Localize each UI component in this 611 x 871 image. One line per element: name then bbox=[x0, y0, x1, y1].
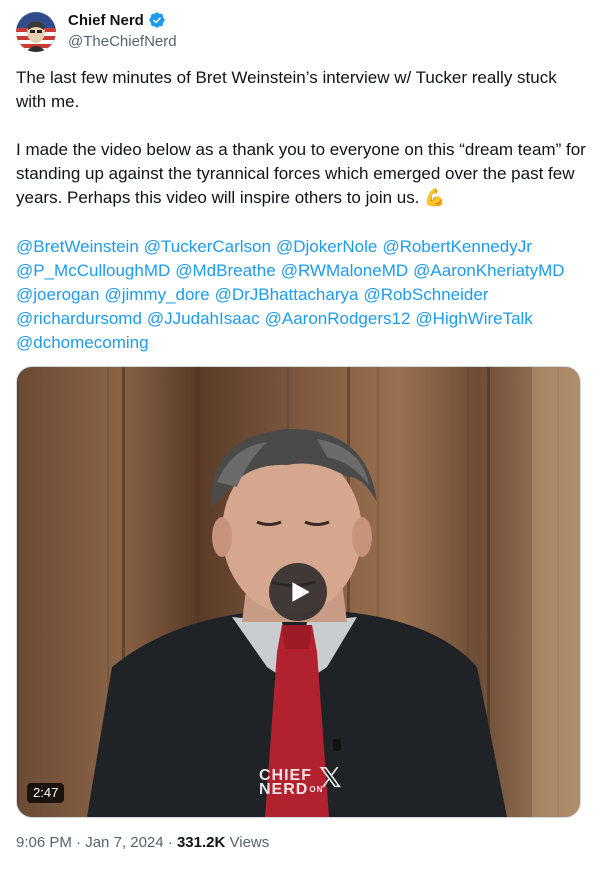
watermark-line-2: NERDON bbox=[259, 781, 324, 799]
views-count: 331.2K bbox=[176, 834, 226, 851]
avatar-image bbox=[16, 12, 56, 52]
avatar[interactable] bbox=[16, 12, 56, 52]
mention-link[interactable]: @HighWireTalk bbox=[415, 309, 532, 328]
tweet-paragraph-2: I made the video below as a thank you to… bbox=[16, 138, 591, 210]
tweet-date[interactable]: Jan 7, 2024 bbox=[85, 834, 163, 851]
views-label: Views bbox=[229, 834, 270, 851]
author-handle[interactable]: @TheChiefNerd bbox=[68, 33, 177, 50]
x-logo-icon: 𝕏 bbox=[319, 762, 343, 793]
tweet-paragraph-2-text: I made the video below as a thank you to… bbox=[16, 140, 586, 207]
tweet-text: The last few minutes of Bret Weinstein’s… bbox=[16, 66, 591, 210]
mention-list: @BretWeinstein @TuckerCarlson @DjokerNole @… bbox=[16, 235, 591, 355]
mention-link[interactable]: @joerogan bbox=[16, 285, 99, 304]
tweet-paragraph-1: The last few minutes of Bret Weinstein’s… bbox=[16, 68, 557, 111]
mention-link[interactable]: @MdBreathe bbox=[175, 261, 275, 280]
chief-nerd-watermark-logo: CHIEF NERDON 𝕏 bbox=[259, 764, 342, 799]
mention-link[interactable]: @AaronRodgers12 bbox=[265, 309, 411, 328]
mention-link[interactable]: @RWMaloneMD bbox=[281, 261, 408, 280]
mention-link[interactable]: @DrJBhattacharya bbox=[215, 285, 359, 304]
mention-link[interactable]: @JJudahIsaac bbox=[147, 309, 260, 328]
watermark-line-2-text: NERD bbox=[259, 781, 309, 799]
mention-line: @dchomecoming bbox=[16, 331, 591, 355]
mention-link[interactable]: @P_McCulloughMD bbox=[16, 261, 170, 280]
play-icon bbox=[292, 582, 310, 602]
author-name-row[interactable]: Chief Nerd bbox=[68, 11, 166, 29]
meta-separator: · bbox=[167, 834, 173, 851]
mention-link[interactable]: @BretWeinstein bbox=[16, 237, 139, 256]
mention-line: @BretWeinstein @TuckerCarlson @DjokerNole @… bbox=[16, 235, 591, 259]
play-button[interactable] bbox=[269, 563, 327, 621]
mention-line: @joerogan @jimmy_dore @DrJBhattacharya @Rob… bbox=[16, 283, 591, 307]
meta-separator: · bbox=[76, 834, 82, 851]
flexed-biceps-emoji-icon: 💪 bbox=[424, 188, 446, 207]
mention-link[interactable]: @RobertKennedyJr bbox=[382, 237, 532, 256]
video-player[interactable]: 2:47 CHIEF NERDON 𝕏 bbox=[16, 366, 581, 818]
mention-line: @richardursomd @JJudahIsaac @AaronRodgers1… bbox=[16, 307, 591, 331]
author-name[interactable]: Chief Nerd bbox=[68, 12, 144, 29]
tweet-meta: 9:06 PM · Jan 7, 2024 · 331.2K Views bbox=[16, 834, 269, 851]
tweet-time[interactable]: 9:06 PM bbox=[16, 834, 72, 851]
tweet: Chief Nerd @TheChiefNerd The last few mi… bbox=[0, 0, 611, 871]
mention-link[interactable]: @jimmy_dore bbox=[104, 285, 209, 304]
mention-link[interactable]: @richardursomd bbox=[16, 309, 142, 328]
mention-link[interactable]: @TuckerCarlson bbox=[144, 237, 271, 256]
mention-link[interactable]: @RobSchneider bbox=[363, 285, 488, 304]
mention-link[interactable]: @DjokerNole bbox=[276, 237, 377, 256]
mention-line: @P_McCulloughMD @MdBreathe @RWMaloneMD @Aar… bbox=[16, 259, 591, 283]
verified-badge-icon bbox=[149, 12, 165, 28]
mention-link[interactable]: @AaronKheriatyMD bbox=[413, 261, 564, 280]
video-duration: 2:47 bbox=[27, 783, 65, 803]
mention-link[interactable]: @dchomecoming bbox=[16, 333, 149, 352]
